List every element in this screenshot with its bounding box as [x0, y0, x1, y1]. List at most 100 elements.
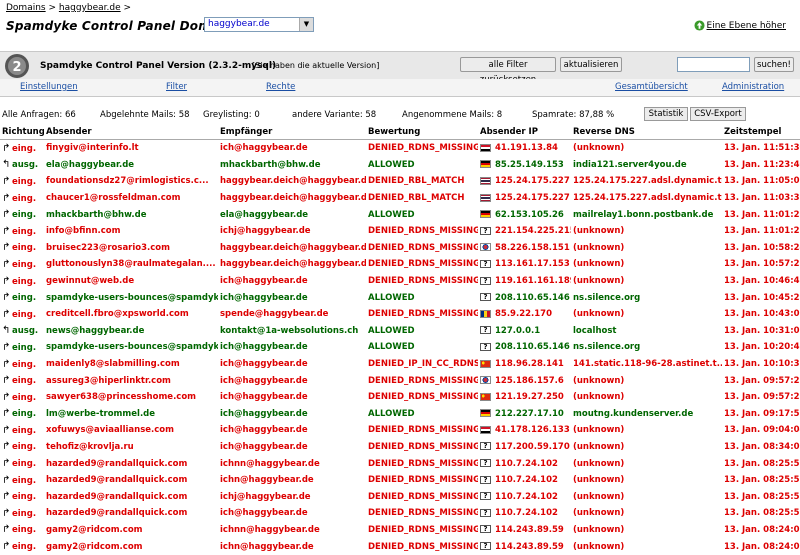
sender-cell[interactable]: bruisec223@rosario3.com — [44, 240, 218, 257]
sender-cell[interactable]: gewinnut@web.de — [44, 273, 218, 290]
table-row[interactable]: ↱ eing. hazarded9@randallquick.com ichnn@ha… — [0, 455, 800, 472]
recipient-cell[interactable]: ichj@haggybear.de — [218, 223, 366, 240]
table-row[interactable]: ↱ eing. spamdyke-users-bounces@spamdyk... i… — [0, 339, 800, 356]
recipient-cell[interactable]: haggybear.deich@haggybear.de — [218, 173, 366, 190]
sender-cell[interactable]: foundationsdz27@rimlogistics.c... — [44, 173, 218, 190]
sender-cell[interactable]: mhackbarth@bhw.de — [44, 206, 218, 223]
recipient-cell[interactable]: kontakt@1a-websolutions.ch — [218, 323, 366, 340]
table-row[interactable]: ↱ eing. xofuwys@aviaallianse.com ich@haggyb… — [0, 422, 800, 439]
recipient-cell[interactable]: ich@haggybear.de — [218, 505, 366, 522]
recipient-cell[interactable]: ela@haggybear.de — [218, 206, 366, 223]
sender-ip-cell[interactable]: ? 127.0.0.1 — [478, 323, 571, 340]
sender-cell[interactable]: tehofiz@krovlja.ru — [44, 439, 218, 456]
sender-cell[interactable]: gamy2@ridcom.com — [44, 538, 218, 555]
sender-cell[interactable]: spamdyke-users-bounces@spamdyk... — [44, 339, 218, 356]
recipient-cell[interactable]: ichnn@haggybear.de — [218, 522, 366, 539]
table-row[interactable]: ↱ eing. bruisec223@rosario3.com haggybear.d… — [0, 240, 800, 257]
table-row[interactable]: ↱ eing. hazarded9@randallquick.com ichn@hag… — [0, 472, 800, 489]
sender-cell[interactable]: chaucer1@rossfeldman.com — [44, 190, 218, 207]
recipient-cell[interactable]: spende@haggybear.de — [218, 306, 366, 323]
sender-cell[interactable]: hazarded9@randallquick.com — [44, 455, 218, 472]
statistics-button[interactable]: Statistik — [644, 107, 688, 121]
sender-ip-cell[interactable]: 125.24.175.227 — [478, 190, 571, 207]
column-header-rating[interactable]: Bewertung — [366, 124, 478, 140]
search-input[interactable] — [677, 57, 750, 72]
table-row[interactable]: ↱ eing. gewinnut@web.de ich@haggybear.de DEN… — [0, 273, 800, 290]
breadcrumb-domains-link[interactable]: Domains — [6, 3, 46, 13]
table-row[interactable]: ↱ eing. maidenly8@slabmilling.com ich@haggy… — [0, 356, 800, 373]
table-row[interactable]: ↱ eing. spamdyke-users-bounces@spamdyk... i… — [0, 289, 800, 306]
table-row[interactable]: ↱ eing. assureg3@hiperlinktr.com ich@haggyb… — [0, 372, 800, 389]
sender-ip-cell[interactable]: ? 221.154.225.215 — [478, 223, 571, 240]
refresh-button[interactable]: aktualisieren — [560, 57, 622, 72]
sender-ip-cell[interactable]: 121.19.27.250 — [478, 389, 571, 406]
table-row[interactable]: ↰ ausg. ela@haggybear.de mhackbarth@bhw.de A… — [0, 157, 800, 174]
sender-cell[interactable]: assureg3@hiperlinktr.com — [44, 372, 218, 389]
column-header-sender-ip[interactable]: Absender IP — [478, 124, 571, 140]
sender-ip-cell[interactable]: 58.226.158.151 — [478, 240, 571, 257]
sender-ip-cell[interactable]: 41.178.126.133 — [478, 422, 571, 439]
table-row[interactable]: ↱ eing. hazarded9@randallquick.com ich@hagg… — [0, 505, 800, 522]
sender-ip-cell[interactable]: 85.9.22.170 — [478, 306, 571, 323]
sender-cell[interactable]: finygiv@interinfo.lt — [44, 140, 218, 157]
sender-ip-cell[interactable]: 118.96.28.141 — [478, 356, 571, 373]
column-header-sender[interactable]: Absender — [44, 124, 218, 140]
csv-export-button[interactable]: CSV-Export — [690, 107, 746, 121]
table-row[interactable]: ↱ eing. finygiv@interinfo.lt ich@haggybear.… — [0, 140, 800, 157]
recipient-cell[interactable]: ich@haggybear.de — [218, 339, 366, 356]
sender-cell[interactable]: hazarded9@randallquick.com — [44, 488, 218, 505]
sender-ip-cell[interactable]: ? 113.161.17.153 — [478, 256, 571, 273]
tab-rights[interactable]: Rechte — [266, 82, 295, 92]
sender-ip-cell[interactable]: ? 110.7.24.102 — [478, 455, 571, 472]
sender-cell[interactable]: ela@haggybear.de — [44, 157, 218, 174]
sender-ip-cell[interactable]: 125.186.157.6 — [478, 372, 571, 389]
column-header-reverse-dns[interactable]: Reverse DNS — [571, 124, 722, 140]
sender-cell[interactable]: gamy2@ridcom.com — [44, 522, 218, 539]
sender-cell[interactable]: sawyer638@princesshome.com — [44, 389, 218, 406]
tab-settings[interactable]: Einstellungen — [20, 82, 78, 92]
search-button[interactable]: suchen! — [754, 57, 794, 72]
table-row[interactable]: ↱ eing. creditcell.fbro@xpsworld.com spende… — [0, 306, 800, 323]
sender-cell[interactable]: lm@werbe-trommel.de — [44, 406, 218, 423]
recipient-cell[interactable]: ichnn@haggybear.de — [218, 455, 366, 472]
column-header-direction[interactable]: Richtung — [0, 124, 44, 140]
recipient-cell[interactable]: ich@haggybear.de — [218, 140, 366, 157]
recipient-cell[interactable]: haggybear.deich@haggybear.de — [218, 256, 366, 273]
recipient-cell[interactable]: ich@haggybear.de — [218, 289, 366, 306]
sender-ip-cell[interactable]: ? 119.161.161.189 — [478, 273, 571, 290]
recipient-cell[interactable]: ich@haggybear.de — [218, 389, 366, 406]
sender-ip-cell[interactable]: ? 110.7.24.102 — [478, 472, 571, 489]
sender-ip-cell[interactable]: 41.191.13.84 — [478, 140, 571, 157]
table-row[interactable]: ↱ eing. mhackbarth@bhw.de ela@haggybear.de A… — [0, 206, 800, 223]
recipient-cell[interactable]: ichn@haggybear.de — [218, 472, 366, 489]
sender-cell[interactable]: creditcell.fbro@xpsworld.com — [44, 306, 218, 323]
sender-cell[interactable]: xofuwys@aviaallianse.com — [44, 422, 218, 439]
recipient-cell[interactable]: ichj@haggybear.de — [218, 488, 366, 505]
sender-ip-cell[interactable]: 85.25.149.153 — [478, 157, 571, 174]
table-row[interactable]: ↱ eing. chaucer1@rossfeldman.com haggybear.… — [0, 190, 800, 207]
table-row[interactable]: ↱ eing. tehofiz@krovlja.ru ich@haggybear.de… — [0, 439, 800, 456]
sender-ip-cell[interactable]: ? 114.243.89.59 — [478, 538, 571, 555]
column-header-timestamp[interactable]: Zeitstempel — [722, 124, 800, 140]
recipient-cell[interactable]: mhackbarth@bhw.de — [218, 157, 366, 174]
sender-ip-cell[interactable]: ? 208.110.65.146 — [478, 289, 571, 306]
recipient-cell[interactable]: ichn@haggybear.de — [218, 538, 366, 555]
chevron-down-icon[interactable]: ▼ — [299, 18, 313, 31]
sender-ip-cell[interactable]: ? 208.110.65.146 — [478, 339, 571, 356]
sender-ip-cell[interactable]: 212.227.17.10 — [478, 406, 571, 423]
up-level-link[interactable]: Eine Ebene höher — [693, 20, 786, 31]
recipient-cell[interactable]: ich@haggybear.de — [218, 439, 366, 456]
table-row[interactable]: ↱ eing. gluttonouslyn38@raulmategalan.... h… — [0, 256, 800, 273]
sender-ip-cell[interactable]: ? 110.7.24.102 — [478, 488, 571, 505]
tab-filter[interactable]: Filter — [166, 82, 187, 92]
sender-ip-cell[interactable]: 125.24.175.227 — [478, 173, 571, 190]
tab-administration[interactable]: Administration — [722, 82, 784, 92]
sender-cell[interactable]: hazarded9@randallquick.com — [44, 505, 218, 522]
table-row[interactable]: ↱ eing. lm@werbe-trommel.de ich@haggybear.d… — [0, 406, 800, 423]
sender-ip-cell[interactable]: ? 117.200.59.170 — [478, 439, 571, 456]
sender-ip-cell[interactable]: ? 114.243.89.59 — [478, 522, 571, 539]
sender-cell[interactable]: spamdyke-users-bounces@spamdyk... — [44, 289, 218, 306]
table-row[interactable]: ↱ eing. sawyer638@princesshome.com ich@hagg… — [0, 389, 800, 406]
sender-cell[interactable]: news@haggybear.de — [44, 323, 218, 340]
recipient-cell[interactable]: haggybear.deich@haggybear.de — [218, 240, 366, 257]
